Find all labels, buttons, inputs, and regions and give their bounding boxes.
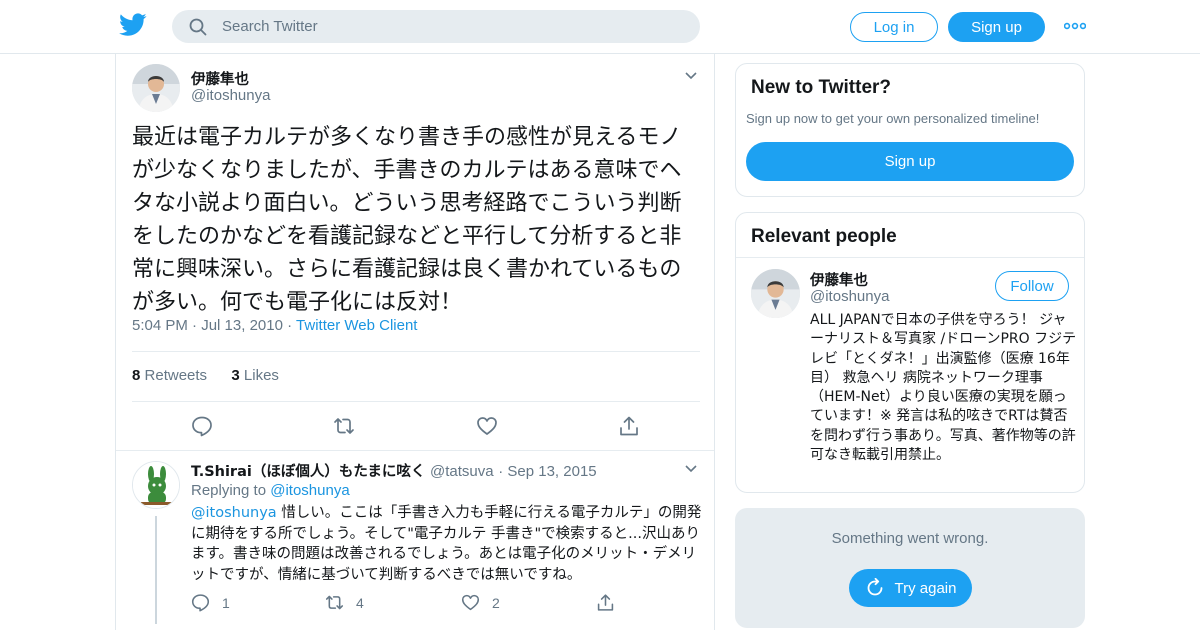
search-icon xyxy=(189,18,207,36)
tweet-stats: 8 Retweets 3 Likes xyxy=(132,367,279,384)
new-to-twitter-card: New to Twitter? Sign up now to get your … xyxy=(735,63,1085,197)
replying-to: Replying to @itoshunya xyxy=(191,482,350,499)
replying-prefix: Replying to xyxy=(191,482,267,499)
author-handle[interactable]: @itoshunya xyxy=(191,87,270,104)
like-icon xyxy=(461,594,480,611)
reply-header: T.Shirai（ほぼ個人）もたまに呟く @tatsuva · Sep 13, … xyxy=(191,460,597,481)
reply-count: 1 xyxy=(222,594,230,611)
search-input[interactable] xyxy=(222,10,682,43)
reply-author-handle[interactable]: @tatsuva xyxy=(430,463,494,480)
reply-retweet-action[interactable]: 4 xyxy=(325,593,364,612)
like-icon[interactable] xyxy=(476,415,498,437)
more-options-icon[interactable] xyxy=(1064,22,1086,30)
reply-icon xyxy=(191,594,210,612)
share-icon xyxy=(597,594,614,611)
error-message: Something went wrong. xyxy=(831,530,989,547)
tweet-text: 最近は電子カルテが多くなり書き手の感性が見えるモノが少なくなりましたが、手書きの… xyxy=(132,125,682,315)
mention-link[interactable]: @itoshunya xyxy=(191,505,277,521)
replying-to-link[interactable]: @itoshunya xyxy=(270,482,349,499)
divider xyxy=(736,257,1084,258)
search-box[interactable] xyxy=(172,10,700,43)
divider xyxy=(132,401,700,402)
try-again-label: Try again xyxy=(894,579,957,597)
reply-date[interactable]: Sep 13, 2015 xyxy=(507,463,596,480)
person-avatar[interactable] xyxy=(751,269,800,318)
twitter-logo-icon[interactable] xyxy=(119,13,147,37)
separator: · xyxy=(498,463,508,480)
reply-share-action[interactable] xyxy=(596,593,627,612)
person-handle[interactable]: @itoshunya xyxy=(810,288,889,305)
card-title: Relevant people xyxy=(751,226,897,247)
reply-reply-action[interactable]: 1 xyxy=(191,593,230,612)
reply-text: @itoshunya 惜しい。ここは「手書き入力も手軽に行える電子カルテ」の開発… xyxy=(191,503,703,585)
chevron-down-icon[interactable] xyxy=(685,72,697,80)
login-button[interactable]: Log in xyxy=(850,12,938,42)
retweet-icon xyxy=(325,595,344,610)
divider xyxy=(132,351,700,352)
reply-like-action[interactable]: 2 xyxy=(461,593,500,612)
separator: · xyxy=(192,317,202,334)
tweet-date[interactable]: Jul 13, 2010 xyxy=(201,317,283,334)
divider xyxy=(116,450,714,451)
retweet-icon[interactable] xyxy=(333,415,355,437)
signup-button[interactable]: Sign up xyxy=(948,12,1045,42)
error-card: Something went wrong. Try again xyxy=(735,508,1085,628)
person-name[interactable]: 伊藤隼也 xyxy=(810,269,868,290)
try-again-button[interactable]: Try again xyxy=(849,569,972,607)
person-bio: ALL JAPANで日本の子供を守ろう！ ジャーナリスト＆写真家 /ドローンPR… xyxy=(810,312,1077,464)
avatar[interactable] xyxy=(132,64,180,112)
like-count: 2 xyxy=(492,594,500,611)
tweet-timestamp: 5:04 PM · Jul 13, 2010 · Twitter Web Cli… xyxy=(132,317,417,334)
thread-line xyxy=(155,516,157,624)
sidebar-signup-button[interactable]: Sign up xyxy=(746,142,1074,181)
reply-avatar[interactable] xyxy=(132,461,180,509)
top-bar: Log in Sign up xyxy=(0,0,1200,54)
relevant-people-card: Relevant people 伊藤隼也 @itoshunya Follow A… xyxy=(735,212,1085,493)
like-stat[interactable]: 3 Likes xyxy=(231,367,279,384)
refresh-icon xyxy=(867,578,882,596)
card-subtitle: Sign up now to get your own personalized… xyxy=(746,111,1040,126)
retweet-stat[interactable]: 8 Retweets xyxy=(132,367,207,384)
tweet-time[interactable]: 5:04 PM xyxy=(132,317,188,334)
reply-author-name[interactable]: T.Shirai（ほぼ個人）もたまに呟く xyxy=(191,464,425,480)
retweet-count: 4 xyxy=(356,594,364,611)
author-name[interactable]: 伊藤隼也 xyxy=(191,68,249,89)
card-title: New to Twitter? xyxy=(751,77,892,98)
share-icon[interactable] xyxy=(618,415,640,437)
reply-icon[interactable] xyxy=(191,415,213,437)
tweet-client-link[interactable]: Twitter Web Client xyxy=(296,317,417,334)
chevron-down-icon[interactable] xyxy=(685,465,697,473)
follow-button[interactable]: Follow xyxy=(995,271,1069,301)
tweet-column: 伊藤隼也 @itoshunya 最近は電子カルテが多くなり書き手の感性が見えるモ… xyxy=(115,54,715,630)
separator: · xyxy=(287,317,297,334)
